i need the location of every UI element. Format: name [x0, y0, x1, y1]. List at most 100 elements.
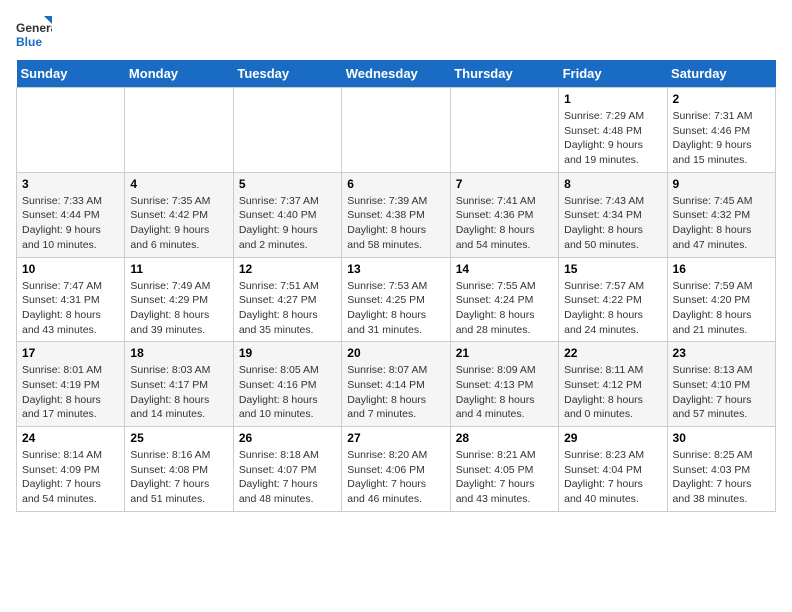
calendar-cell: 7 Sunrise: 7:41 AM Sunset: 4:36 PM Daylig…	[450, 172, 558, 257]
cell-info: Sunrise: 8:11 AM Sunset: 4:12 PM Dayligh…	[564, 363, 661, 422]
week-row-3: 10 Sunrise: 7:47 AM Sunset: 4:31 PM Dayli…	[17, 257, 776, 342]
cell-info: Sunrise: 7:39 AM Sunset: 4:38 PM Dayligh…	[347, 194, 444, 253]
weekday-header-row: SundayMondayTuesdayWednesdayThursdayFrid…	[17, 60, 776, 88]
cell-info: Sunrise: 8:18 AM Sunset: 4:07 PM Dayligh…	[239, 448, 336, 507]
svg-text:Blue: Blue	[16, 35, 42, 49]
calendar-cell: 21 Sunrise: 8:09 AM Sunset: 4:13 PM Dayli…	[450, 342, 558, 427]
weekday-header-saturday: Saturday	[667, 60, 775, 88]
cell-date: 29	[564, 431, 661, 445]
cell-info: Sunrise: 8:16 AM Sunset: 4:08 PM Dayligh…	[130, 448, 227, 507]
cell-date: 10	[22, 262, 119, 276]
cell-date: 30	[673, 431, 770, 445]
cell-date: 6	[347, 177, 444, 191]
calendar-cell: 3 Sunrise: 7:33 AM Sunset: 4:44 PM Daylig…	[17, 172, 125, 257]
cell-info: Sunrise: 8:05 AM Sunset: 4:16 PM Dayligh…	[239, 363, 336, 422]
week-row-1: 1 Sunrise: 7:29 AM Sunset: 4:48 PM Daylig…	[17, 88, 776, 173]
calendar-cell: 24 Sunrise: 8:14 AM Sunset: 4:09 PM Dayli…	[17, 427, 125, 512]
cell-info: Sunrise: 7:33 AM Sunset: 4:44 PM Dayligh…	[22, 194, 119, 253]
logo-svg: General Blue	[16, 16, 52, 52]
cell-date: 24	[22, 431, 119, 445]
cell-info: Sunrise: 7:57 AM Sunset: 4:22 PM Dayligh…	[564, 279, 661, 338]
week-row-4: 17Sunrise: 8:01 AM Sunset: 4:19 PM Dayli…	[17, 342, 776, 427]
cell-date: 7	[456, 177, 553, 191]
cell-info: Sunrise: 8:23 AM Sunset: 4:04 PM Dayligh…	[564, 448, 661, 507]
calendar-cell: 22 Sunrise: 8:11 AM Sunset: 4:12 PM Dayli…	[559, 342, 667, 427]
cell-info: Sunrise: 7:53 AM Sunset: 4:25 PM Dayligh…	[347, 279, 444, 338]
cell-date: 14	[456, 262, 553, 276]
cell-date: 3	[22, 177, 119, 191]
svg-text:General: General	[16, 21, 52, 35]
cell-info: Sunrise: 7:49 AM Sunset: 4:29 PM Dayligh…	[130, 279, 227, 338]
cell-info: Sunrise: 7:45 AM Sunset: 4:32 PM Dayligh…	[673, 194, 770, 253]
weekday-header-tuesday: Tuesday	[233, 60, 341, 88]
weekday-header-sunday: Sunday	[17, 60, 125, 88]
cell-info: Sunrise: 8:07 AM Sunset: 4:14 PM Dayligh…	[347, 363, 444, 422]
cell-info: Sunrise: 8:14 AM Sunset: 4:09 PM Dayligh…	[22, 448, 119, 507]
weekday-header-wednesday: Wednesday	[342, 60, 450, 88]
calendar-cell: 17Sunrise: 8:01 AM Sunset: 4:19 PM Dayli…	[17, 342, 125, 427]
calendar-cell: 9 Sunrise: 7:45 AM Sunset: 4:32 PM Daylig…	[667, 172, 775, 257]
cell-date: 12	[239, 262, 336, 276]
cell-date: 20	[347, 346, 444, 360]
calendar-cell: 1 Sunrise: 7:29 AM Sunset: 4:48 PM Daylig…	[559, 88, 667, 173]
cell-info: Sunrise: 7:59 AM Sunset: 4:20 PM Dayligh…	[673, 279, 770, 338]
cell-info: Sunrise: 8:21 AM Sunset: 4:05 PM Dayligh…	[456, 448, 553, 507]
calendar-table: SundayMondayTuesdayWednesdayThursdayFrid…	[16, 60, 776, 512]
cell-date: 5	[239, 177, 336, 191]
calendar-cell: 18 Sunrise: 8:03 AM Sunset: 4:17 PM Dayli…	[125, 342, 233, 427]
calendar-cell: 5Sunrise: 7:37 AM Sunset: 4:40 PM Daylig…	[233, 172, 341, 257]
weekday-header-monday: Monday	[125, 60, 233, 88]
calendar-cell: 26 Sunrise: 8:18 AM Sunset: 4:07 PM Dayli…	[233, 427, 341, 512]
calendar-cell: 14 Sunrise: 7:55 AM Sunset: 4:24 PM Dayli…	[450, 257, 558, 342]
calendar-cell: 4 Sunrise: 7:35 AM Sunset: 4:42 PM Daylig…	[125, 172, 233, 257]
cell-info: Sunrise: 8:09 AM Sunset: 4:13 PM Dayligh…	[456, 363, 553, 422]
cell-date: 18	[130, 346, 227, 360]
cell-date: 4	[130, 177, 227, 191]
calendar-cell: 2Sunrise: 7:31 AM Sunset: 4:46 PM Daylig…	[667, 88, 775, 173]
calendar-cell: 20 Sunrise: 8:07 AM Sunset: 4:14 PM Dayli…	[342, 342, 450, 427]
cell-date: 1	[564, 92, 661, 106]
calendar-cell: 19 Sunrise: 8:05 AM Sunset: 4:16 PM Dayli…	[233, 342, 341, 427]
calendar-cell: 16Sunrise: 7:59 AM Sunset: 4:20 PM Dayli…	[667, 257, 775, 342]
week-row-5: 24 Sunrise: 8:14 AM Sunset: 4:09 PM Dayli…	[17, 427, 776, 512]
calendar-cell	[125, 88, 233, 173]
cell-info: Sunrise: 8:03 AM Sunset: 4:17 PM Dayligh…	[130, 363, 227, 422]
logo: General Blue	[16, 16, 52, 52]
cell-date: 13	[347, 262, 444, 276]
calendar-cell: 23Sunrise: 8:13 AM Sunset: 4:10 PM Dayli…	[667, 342, 775, 427]
calendar-cell: 12 Sunrise: 7:51 AM Sunset: 4:27 PM Dayli…	[233, 257, 341, 342]
cell-info: Sunrise: 7:35 AM Sunset: 4:42 PM Dayligh…	[130, 194, 227, 253]
cell-date: 11	[130, 262, 227, 276]
cell-date: 22	[564, 346, 661, 360]
cell-info: Sunrise: 8:20 AM Sunset: 4:06 PM Dayligh…	[347, 448, 444, 507]
cell-date: 21	[456, 346, 553, 360]
cell-info: Sunrise: 8:01 AM Sunset: 4:19 PM Dayligh…	[22, 363, 119, 422]
cell-date: 19	[239, 346, 336, 360]
calendar-cell: 13 Sunrise: 7:53 AM Sunset: 4:25 PM Dayli…	[342, 257, 450, 342]
cell-info: Sunrise: 7:31 AM Sunset: 4:46 PM Dayligh…	[673, 109, 770, 168]
calendar-cell: 6 Sunrise: 7:39 AM Sunset: 4:38 PM Daylig…	[342, 172, 450, 257]
cell-info: Sunrise: 7:47 AM Sunset: 4:31 PM Dayligh…	[22, 279, 119, 338]
cell-date: 9	[673, 177, 770, 191]
cell-date: 27	[347, 431, 444, 445]
calendar-cell	[233, 88, 341, 173]
calendar-cell: 10 Sunrise: 7:47 AM Sunset: 4:31 PM Dayli…	[17, 257, 125, 342]
calendar-cell	[450, 88, 558, 173]
page-container: General Blue SundayMondayTuesdayWednesda…	[16, 16, 776, 512]
calendar-cell: 30 Sunrise: 8:25 AM Sunset: 4:03 PM Dayli…	[667, 427, 775, 512]
cell-info: Sunrise: 7:29 AM Sunset: 4:48 PM Dayligh…	[564, 109, 661, 168]
weekday-header-friday: Friday	[559, 60, 667, 88]
calendar-cell: 11 Sunrise: 7:49 AM Sunset: 4:29 PM Dayli…	[125, 257, 233, 342]
calendar-cell: 29 Sunrise: 8:23 AM Sunset: 4:04 PM Dayli…	[559, 427, 667, 512]
cell-date: 25	[130, 431, 227, 445]
calendar-cell: 27 Sunrise: 8:20 AM Sunset: 4:06 PM Dayli…	[342, 427, 450, 512]
cell-info: Sunrise: 8:25 AM Sunset: 4:03 PM Dayligh…	[673, 448, 770, 507]
header: General Blue	[16, 16, 776, 52]
cell-info: Sunrise: 7:51 AM Sunset: 4:27 PM Dayligh…	[239, 279, 336, 338]
cell-info: Sunrise: 8:13 AM Sunset: 4:10 PM Dayligh…	[673, 363, 770, 422]
cell-date: 26	[239, 431, 336, 445]
calendar-cell: 28Sunrise: 8:21 AM Sunset: 4:05 PM Dayli…	[450, 427, 558, 512]
cell-info: Sunrise: 7:43 AM Sunset: 4:34 PM Dayligh…	[564, 194, 661, 253]
cell-info: Sunrise: 7:41 AM Sunset: 4:36 PM Dayligh…	[456, 194, 553, 253]
cell-info: Sunrise: 7:55 AM Sunset: 4:24 PM Dayligh…	[456, 279, 553, 338]
